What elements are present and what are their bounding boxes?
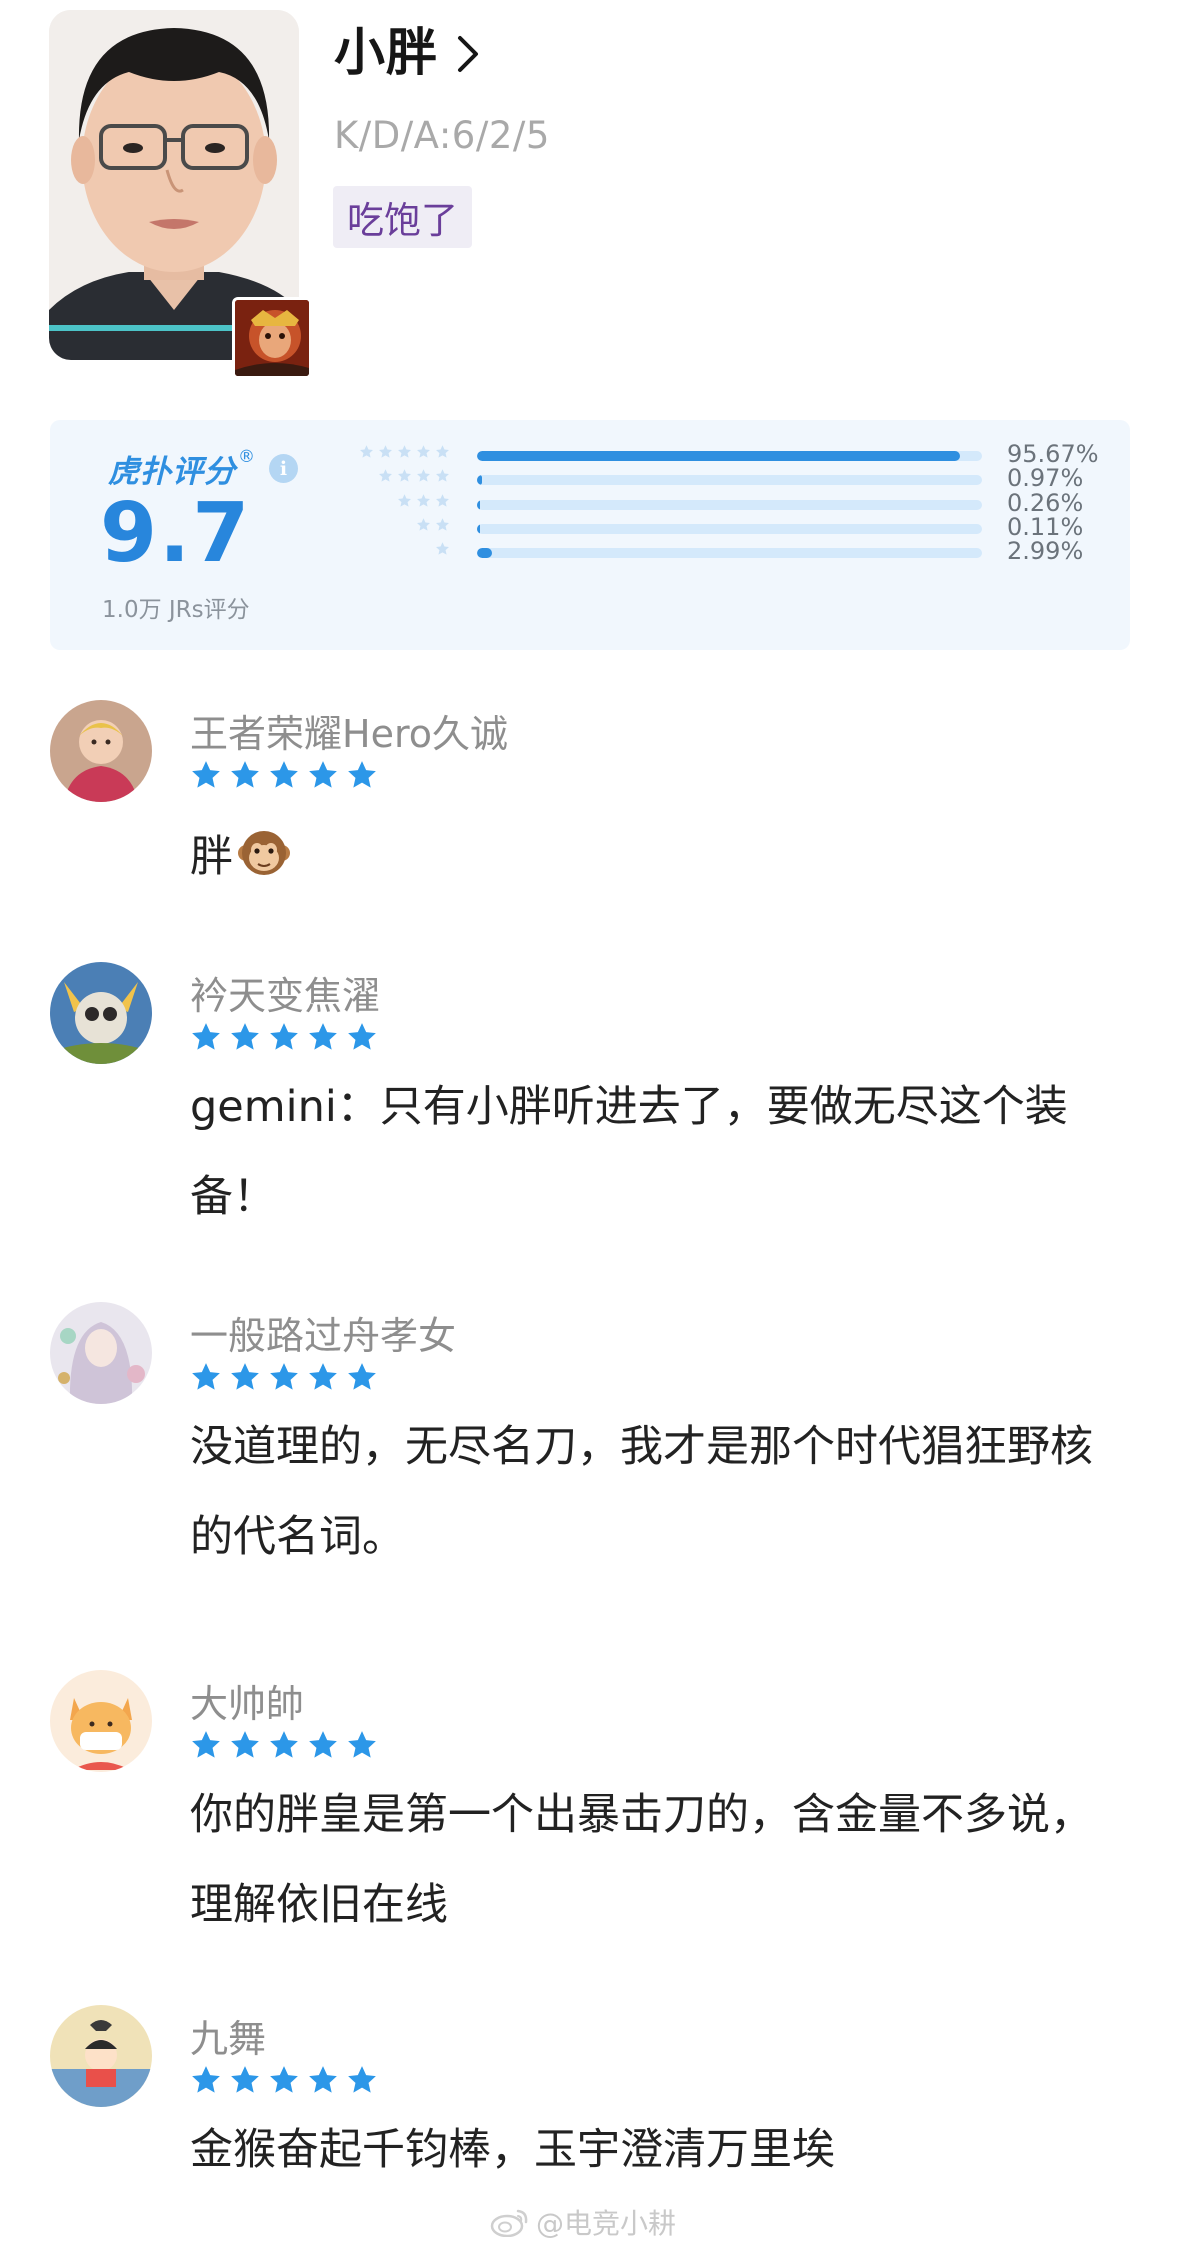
distribution-bar [477,475,982,485]
distribution-bar [477,500,982,510]
distribution-row: 2.99% [50,537,1130,572]
distribution-stars [378,468,450,483]
star-icon [309,1731,337,1758]
comment-text-block: gemini：只有小胖听进去了，要做无尽这个装备！ [190,1062,1120,1242]
distribution-bar [477,524,982,534]
star-icon [436,469,449,482]
rating-panel: 虎扑评分 ® i 9.7 1.0万 JRs评分 95.67% 0.97% 0.26%… [50,420,1130,650]
watermark: @电竞小耕 [490,2202,676,2242]
star-icon [270,761,298,788]
comment-author[interactable]: 王者荣耀Hero久诚 [190,703,508,758]
star-icon [417,445,430,458]
star-icon [192,1731,220,1758]
distribution-percent: 0.97% [1007,464,1084,492]
star-icon [309,761,337,788]
distribution-bar-fill [477,500,481,510]
user-avatar[interactable] [50,2005,152,2107]
star-icon [231,1363,259,1390]
distribution-bar [477,548,982,558]
comment-text-block: 你的胖皇是第一个出暴击刀的，含金量不多说，理解依旧在线 [190,1770,1120,1950]
distribution-stars [359,444,450,459]
distribution-stars [416,517,450,532]
user-avatar[interactable] [50,1302,152,1404]
star-icon [231,761,259,788]
star-icon [436,494,449,507]
player-name: 小胖 [334,24,439,83]
star-icon [348,2066,376,2093]
star-icon [417,494,430,507]
hero-avatar-badge [232,297,312,379]
star-icon [379,445,392,458]
star-icon [231,2066,259,2093]
comment-text: gemini：只有小胖听进去了，要做无尽这个装备！ [190,1082,1068,1222]
star-icon [309,1023,337,1050]
comment-text-block: 金猴奋起千钧棒，玉宇澄清万里埃 [190,2105,1120,2195]
star-icon [270,2066,298,2093]
monkey-face-icon [237,821,291,875]
star-icon [436,542,449,555]
star-icon [348,761,376,788]
comment-text: 胖 [190,832,233,882]
star-icon [309,1363,337,1390]
star-icon [417,469,430,482]
comment-rating-stars [190,2064,378,2095]
chevron-right-icon [456,28,480,72]
star-icon [436,518,449,531]
player-name-link[interactable]: 小胖 [334,16,480,83]
star-icon [379,469,392,482]
weibo-icon [490,2207,530,2238]
distribution-percent: 2.99% [1007,537,1084,565]
user-avatar[interactable] [50,962,152,1064]
user-avatar[interactable] [50,700,152,802]
distribution-bar [477,451,982,461]
star-icon [270,1363,298,1390]
star-icon [348,1023,376,1050]
comment-text-block: 胖 [190,812,1120,902]
comment-rating-stars [190,1361,378,1392]
star-icon [192,1363,220,1390]
kda-stats: K/D/A:6/2/5 [334,114,550,157]
star-icon [192,1023,220,1050]
star-icon [348,1731,376,1758]
star-icon [398,445,411,458]
distribution-bar-fill [477,451,961,461]
rating-count: 1.0万 JRs评分 [102,597,250,623]
comment-text: 你的胖皇是第一个出暴击刀的，含金量不多说，理解依旧在线 [190,1790,1093,1930]
distribution-bar-fill [477,524,481,534]
star-icon [270,1023,298,1050]
star-icon [436,445,449,458]
star-icon [398,469,411,482]
comment-author[interactable]: 大帅帥 [190,1673,304,1728]
comment-author[interactable]: 一般路过舟孝女 [190,1305,456,1360]
comment-text: 没道理的，无尽名刀，我才是那个时代猖狂野核的代名词。 [190,1422,1093,1562]
comment-author[interactable]: 衿天变焦濯 [190,965,380,1020]
comment-author[interactable]: 九舞 [190,2008,266,2063]
star-icon [231,1023,259,1050]
distribution-bar-fill [477,548,493,558]
player-tag: 吃饱了 [333,186,472,248]
comment-rating-stars [190,1021,378,1052]
distribution-stars [435,541,450,556]
star-icon [192,2066,220,2093]
star-icon [231,1731,259,1758]
distribution-stars [397,493,450,508]
comment-text: 金猴奋起千钧棒，玉宇澄清万里埃 [190,2125,835,2175]
comment-rating-stars [190,759,378,790]
star-icon [270,1731,298,1758]
user-avatar[interactable] [50,1670,152,1772]
star-icon [309,2066,337,2093]
watermark-text: @电竞小耕 [536,2207,677,2240]
star-icon [360,445,373,458]
star-icon [192,761,220,788]
star-icon [417,518,430,531]
comment-rating-stars [190,1729,378,1760]
comment-text-block: 没道理的，无尽名刀，我才是那个时代猖狂野核的代名词。 [190,1402,1120,1582]
distribution-bar-fill [477,475,482,485]
star-icon [398,494,411,507]
star-icon [348,1363,376,1390]
